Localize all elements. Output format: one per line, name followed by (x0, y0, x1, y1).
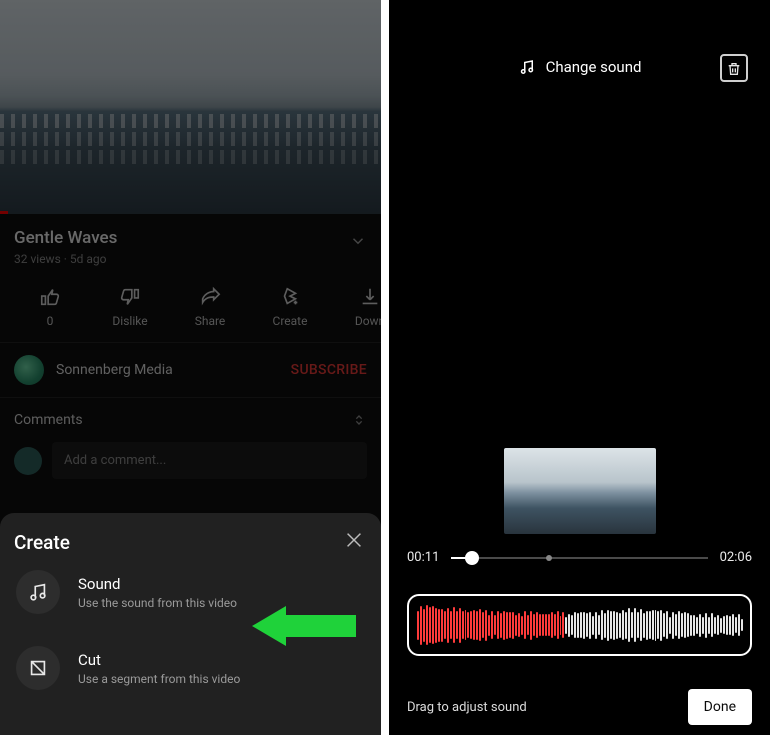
waveform-selector[interactable] (407, 594, 752, 656)
sound-editor-screen: Change sound 00:11 02:06 Drag to adjust … (389, 0, 770, 735)
user-avatar[interactable] (14, 447, 42, 475)
delete-sound-button[interactable] (720, 54, 748, 82)
annotation-arrow (252, 606, 356, 646)
close-sheet-button[interactable] (343, 529, 365, 551)
time-total: 02:06 (720, 550, 752, 565)
channel-avatar[interactable] (14, 355, 44, 385)
sheet-title: Create (14, 531, 367, 554)
time-current: 00:11 (407, 550, 439, 565)
done-button[interactable]: Done (688, 689, 752, 725)
sheet-item-desc: Use a segment from this video (78, 672, 240, 686)
add-comment-input[interactable]: Add a comment... (52, 442, 367, 479)
channel-name: Sonnenberg Media (56, 362, 291, 378)
create-button[interactable]: Create (250, 286, 330, 328)
expand-description-icon[interactable] (349, 232, 367, 250)
channel-row[interactable]: Sonnenberg Media SUBSCRIBE (0, 342, 381, 398)
timeline-track[interactable] (451, 557, 707, 559)
timeline-handle[interactable] (465, 551, 479, 565)
share-button[interactable]: Share (170, 286, 250, 328)
like-button[interactable]: 0 (10, 286, 90, 328)
sort-comments-icon[interactable] (351, 412, 367, 428)
video-watch-screen: Gentle Waves 32 views · 5d ago 0 Dislike… (0, 0, 381, 735)
video-meta: 32 views · 5d ago (14, 252, 367, 266)
sheet-item-desc: Use the sound from this video (78, 596, 237, 610)
subscribe-button[interactable]: SUBSCRIBE (291, 362, 367, 378)
timeline: 00:11 02:06 (407, 550, 752, 565)
sheet-item-title: Sound (78, 575, 237, 593)
sheet-item-title: Cut (78, 651, 240, 669)
dislike-button[interactable]: Dislike (90, 286, 170, 328)
action-bar: 0 Dislike Share Create Down (0, 272, 381, 342)
download-button[interactable]: Down (330, 286, 381, 328)
cut-icon (16, 646, 60, 690)
change-sound-button[interactable]: Change sound (518, 58, 642, 76)
comments-header[interactable]: Comments (0, 398, 381, 442)
music-note-icon (518, 58, 536, 76)
drag-hint: Drag to adjust sound (407, 700, 527, 715)
music-note-icon (16, 570, 60, 614)
video-title: Gentle Waves (14, 228, 367, 248)
video-player[interactable] (0, 0, 381, 214)
video-preview-thumbnail (504, 448, 656, 534)
